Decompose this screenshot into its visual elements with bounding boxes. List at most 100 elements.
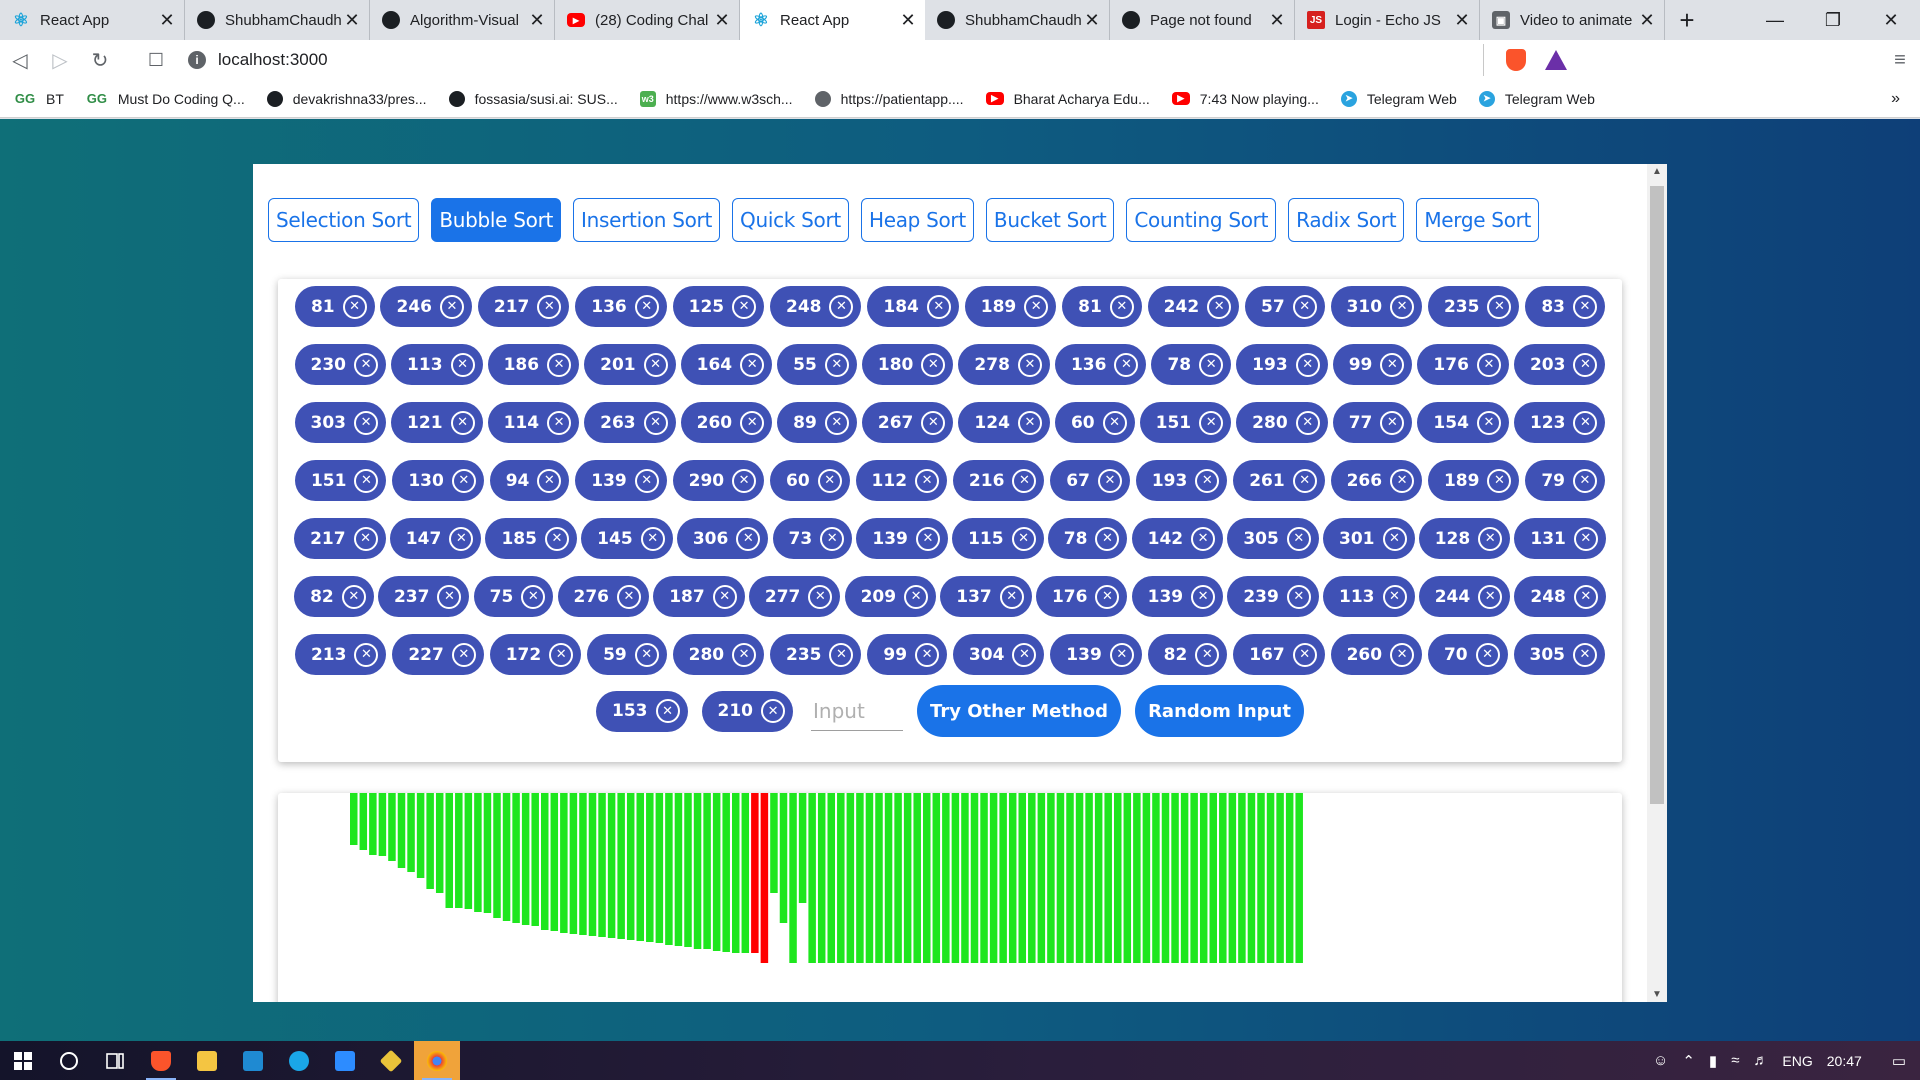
close-icon[interactable]: ✕ xyxy=(1638,10,1656,31)
bookmark-item[interactable]: fossasia/susi.ai: SUS... xyxy=(448,90,618,107)
wifi-icon[interactable]: ≈ xyxy=(1731,1052,1739,1069)
volume-icon[interactable]: ♬ xyxy=(1753,1052,1768,1069)
remove-chip-icon[interactable]: ✕ xyxy=(1390,468,1415,493)
bookmark-item[interactable]: GG BT xyxy=(14,91,64,107)
remove-chip-icon[interactable]: ✕ xyxy=(655,699,680,723)
scroll-down-icon[interactable]: ▼ xyxy=(1647,989,1667,1000)
menu-icon[interactable]: ≡ xyxy=(1880,49,1920,72)
remove-chip-icon[interactable]: ✕ xyxy=(1382,526,1407,551)
bookmark-item[interactable]: ▶ Bharat Acharya Edu... xyxy=(985,91,1150,107)
file-explorer-icon[interactable] xyxy=(184,1041,230,1080)
browser-tab[interactable]: Page not found ✕ xyxy=(1110,0,1295,40)
remove-chip-icon[interactable]: ✕ xyxy=(451,642,476,667)
remove-chip-icon[interactable]: ✕ xyxy=(808,584,833,609)
remove-chip-icon[interactable]: ✕ xyxy=(1476,352,1501,377)
close-icon[interactable]: ✕ xyxy=(528,10,546,31)
remove-chip-icon[interactable]: ✕ xyxy=(1102,410,1127,435)
browser-tab[interactable]: Algorithm-Visual ✕ xyxy=(370,0,555,40)
back-icon[interactable]: ◁ xyxy=(0,40,40,80)
address-bar[interactable]: i localhost:3000 xyxy=(176,44,1484,76)
remove-chip-icon[interactable]: ✕ xyxy=(1573,468,1597,493)
remove-chip-icon[interactable]: ✕ xyxy=(1573,352,1598,377)
remove-chip-icon[interactable]: ✕ xyxy=(544,526,569,551)
remove-chip-icon[interactable]: ✕ xyxy=(342,294,367,319)
remove-chip-icon[interactable]: ✕ xyxy=(1024,294,1049,319)
remove-chip-icon[interactable]: ✕ xyxy=(1095,584,1120,609)
number-input[interactable] xyxy=(811,691,904,731)
page-scrollbar[interactable]: ▲ ▼ xyxy=(1647,164,1667,1002)
algo-tab-counting-sort[interactable]: Counting Sort xyxy=(1126,198,1277,242)
algo-tab-selection-sort[interactable]: Selection Sort xyxy=(268,198,420,242)
people-icon[interactable]: ☺ xyxy=(1653,1052,1668,1069)
remove-chip-icon[interactable]: ✕ xyxy=(547,352,572,377)
remove-chip-icon[interactable]: ✕ xyxy=(1199,352,1224,377)
remove-chip-icon[interactable]: ✕ xyxy=(1487,468,1512,493)
remove-chip-icon[interactable]: ✕ xyxy=(1487,294,1512,319)
scroll-thumb[interactable] xyxy=(1650,186,1664,804)
remove-chip-icon[interactable]: ✕ xyxy=(1012,468,1037,493)
remove-chip-icon[interactable]: ✕ xyxy=(740,352,765,377)
close-icon[interactable]: ✕ xyxy=(1453,10,1471,31)
algo-tab-merge-sort[interactable]: Merge Sort xyxy=(1416,198,1540,242)
close-icon[interactable]: ✕ xyxy=(713,10,731,31)
language-indicator[interactable]: ENG xyxy=(1782,1053,1812,1069)
notifications-icon[interactable]: ▭ xyxy=(1892,1052,1906,1070)
remove-chip-icon[interactable]: ✕ xyxy=(521,584,546,609)
remove-chip-icon[interactable]: ✕ xyxy=(341,584,366,609)
restore-icon[interactable]: ❐ xyxy=(1804,0,1862,40)
close-icon[interactable]: ✕ xyxy=(343,10,361,31)
browser-tab[interactable]: JS Login - Echo JS ✕ xyxy=(1295,0,1480,40)
browser-tab[interactable]: ▶ (28) Coding Chal ✕ xyxy=(555,0,740,40)
algo-tab-radix-sort[interactable]: Radix Sort xyxy=(1288,198,1405,242)
algo-tab-bubble-sort[interactable]: Bubble Sort xyxy=(431,198,562,242)
browser-tab[interactable]: ⚛ React App ✕ xyxy=(740,0,925,40)
zoom-icon[interactable] xyxy=(322,1041,368,1080)
remove-chip-icon[interactable]: ✕ xyxy=(1475,642,1500,667)
bookmark-item[interactable]: ➤ Telegram Web xyxy=(1340,90,1457,107)
remove-chip-icon[interactable]: ✕ xyxy=(617,584,641,609)
remove-chip-icon[interactable]: ✕ xyxy=(1292,294,1317,319)
remove-chip-icon[interactable]: ✕ xyxy=(732,294,757,319)
remove-chip-icon[interactable]: ✕ xyxy=(549,642,574,667)
remove-chip-icon[interactable]: ✕ xyxy=(537,294,562,319)
remove-chip-icon[interactable]: ✕ xyxy=(1191,526,1216,551)
remove-chip-icon[interactable]: ✕ xyxy=(643,352,668,377)
chevron-up-icon[interactable]: ⌃ xyxy=(1682,1052,1695,1070)
remove-chip-icon[interactable]: ✕ xyxy=(820,526,845,551)
remove-chip-icon[interactable]: ✕ xyxy=(537,468,562,493)
remove-chip-icon[interactable]: ✕ xyxy=(915,526,940,551)
algo-tab-heap-sort[interactable]: Heap Sort xyxy=(860,198,974,242)
remove-chip-icon[interactable]: ✕ xyxy=(1295,352,1320,377)
remove-chip-icon[interactable]: ✕ xyxy=(1292,468,1317,493)
remove-chip-icon[interactable]: ✕ xyxy=(451,468,476,493)
browser-tab[interactable]: ⚛ React App ✕ xyxy=(0,0,185,40)
start-icon[interactable] xyxy=(0,1041,46,1080)
remove-chip-icon[interactable]: ✕ xyxy=(1573,584,1598,609)
remove-chip-icon[interactable]: ✕ xyxy=(1390,642,1415,667)
remove-chip-icon[interactable]: ✕ xyxy=(1380,352,1405,377)
remove-chip-icon[interactable]: ✕ xyxy=(547,410,572,435)
remove-chip-icon[interactable]: ✕ xyxy=(449,526,474,551)
remove-chip-icon[interactable]: ✕ xyxy=(1286,584,1311,609)
remove-chip-icon[interactable]: ✕ xyxy=(1382,584,1407,609)
remove-chip-icon[interactable]: ✕ xyxy=(1114,352,1139,377)
remove-chip-icon[interactable]: ✕ xyxy=(824,352,849,377)
reload-icon[interactable]: ↻ xyxy=(80,40,120,80)
remove-chip-icon[interactable]: ✕ xyxy=(740,410,765,435)
remove-chip-icon[interactable]: ✕ xyxy=(354,410,379,435)
algo-tab-bucket-sort[interactable]: Bucket Sort xyxy=(985,198,1115,242)
brave-shield-icon[interactable] xyxy=(1496,49,1536,71)
battery-icon[interactable]: ▮ xyxy=(1709,1052,1717,1070)
bookmark-icon[interactable]: ☐ xyxy=(136,40,176,80)
remove-chip-icon[interactable]: ✕ xyxy=(354,642,379,667)
remove-chip-icon[interactable]: ✕ xyxy=(921,352,946,377)
remove-chip-icon[interactable]: ✕ xyxy=(1380,410,1405,435)
remove-chip-icon[interactable]: ✕ xyxy=(643,410,668,435)
bookmark-item[interactable]: w3 https://www.w3sch... xyxy=(639,90,793,107)
remove-chip-icon[interactable]: ✕ xyxy=(1476,410,1501,435)
new-tab-icon[interactable]: + xyxy=(1665,0,1709,40)
remove-chip-icon[interactable]: ✕ xyxy=(761,699,786,723)
bookmark-item[interactable]: ▶ 7:43 Now playing... xyxy=(1171,91,1319,107)
remove-chip-icon[interactable]: ✕ xyxy=(829,294,854,319)
browser-tab[interactable]: ▣ Video to animate ✕ xyxy=(1480,0,1665,40)
